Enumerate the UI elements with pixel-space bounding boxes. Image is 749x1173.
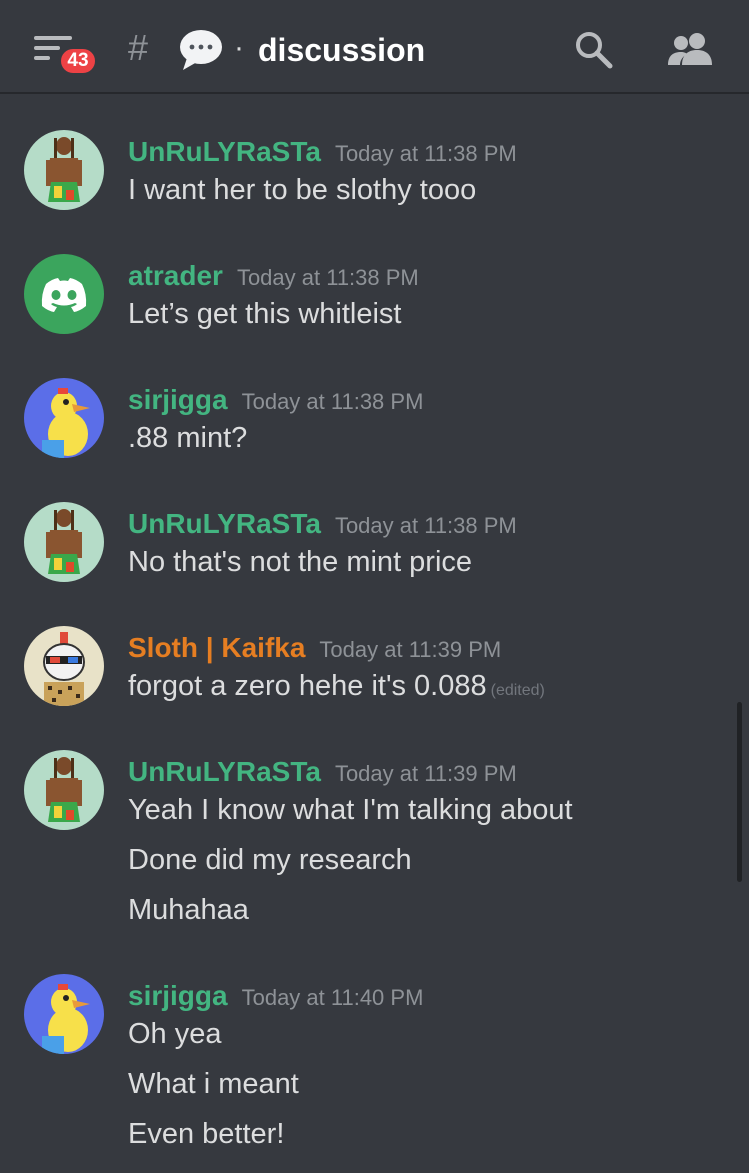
- timestamp: Today at 11:39 PM: [319, 637, 502, 662]
- timestamp: Today at 11:38 PM: [241, 389, 424, 414]
- avatar[interactable]: [24, 502, 104, 582]
- timestamp: Today at 11:38 PM: [236, 265, 419, 290]
- message-header: UnRuLYRaSTa Today at 11:38 PM: [128, 506, 517, 544]
- message-text: Muhahaa: [128, 894, 249, 926]
- rasta-avatar-image: [24, 750, 104, 830]
- timestamp: Today at 11:39 PM: [334, 761, 517, 786]
- message-text: .88 mint?: [128, 422, 248, 454]
- message-text: Let’s get this whitleist: [128, 298, 402, 330]
- avatar[interactable]: [24, 974, 104, 1054]
- timestamp: Today at 11:38 PM: [334, 141, 517, 166]
- message-text: No that's not the mint price: [128, 546, 473, 578]
- username[interactable]: UnRuLYRaSTa: [128, 756, 321, 787]
- username[interactable]: sirjigga: [128, 384, 228, 415]
- search-icon[interactable]: [574, 30, 614, 70]
- duck-avatar-image: [24, 974, 104, 1054]
- channel-name[interactable]: discussion: [258, 29, 425, 71]
- channel-header: 43 # · discussion: [0, 0, 749, 94]
- message-text-content: forgot a zero hehe it's 0.088: [128, 670, 487, 702]
- speech-bubble-icon: [180, 30, 222, 70]
- username[interactable]: UnRuLYRaSTa: [128, 508, 321, 539]
- message-text: forgot a zero hehe it's 0.088 (edited): [128, 668, 545, 709]
- message-text: I want her to be slothy tooo: [128, 174, 477, 206]
- username[interactable]: atrader: [128, 260, 223, 291]
- message-text: What i meant: [128, 1068, 299, 1100]
- avatar[interactable]: [24, 254, 104, 334]
- message-header: UnRuLYRaSTa Today at 11:39 PM: [128, 754, 517, 792]
- scrollbar[interactable]: [737, 702, 742, 882]
- message-list[interactable]: UnRuLYRaSTa Today at 11:38 PM I want her …: [0, 96, 749, 1173]
- message-header: atrader Today at 11:38 PM: [128, 258, 419, 296]
- username[interactable]: sirjigga: [128, 980, 228, 1011]
- edited-label: (edited): [490, 682, 545, 699]
- message-header: Sloth | Kaifka Today at 11:39 PM: [128, 630, 501, 668]
- notification-badge: 43: [58, 46, 98, 76]
- message-text: Yeah I know what I'm talking about: [128, 794, 573, 826]
- username[interactable]: Sloth | Kaifka: [128, 632, 305, 663]
- timestamp: Today at 11:38 PM: [334, 513, 517, 538]
- rasta-avatar-image: [24, 502, 104, 582]
- avatar[interactable]: [24, 750, 104, 830]
- duck-avatar-image: [24, 378, 104, 458]
- menu-button[interactable]: 43: [30, 30, 102, 80]
- message-header: sirjigga Today at 11:38 PM: [128, 382, 423, 420]
- title-separator: ·: [234, 31, 244, 64]
- message-text: Oh yea: [128, 1018, 222, 1050]
- rasta-avatar-image: [24, 130, 104, 210]
- members-icon[interactable]: [666, 32, 714, 66]
- avatar[interactable]: [24, 626, 104, 706]
- message-header: UnRuLYRaSTa Today at 11:38 PM: [128, 134, 517, 172]
- discord-logo-icon: [24, 254, 104, 334]
- message-text: Done did my research: [128, 844, 412, 876]
- username[interactable]: UnRuLYRaSTa: [128, 136, 321, 167]
- message-header: sirjigga Today at 11:40 PM: [128, 978, 423, 1016]
- avatar[interactable]: [24, 130, 104, 210]
- timestamp: Today at 11:40 PM: [241, 985, 424, 1010]
- channel-hash-icon: #: [128, 27, 149, 68]
- avatar[interactable]: [24, 378, 104, 458]
- message-text: Even better!: [128, 1118, 285, 1150]
- sloth-avatar-image: [24, 626, 104, 706]
